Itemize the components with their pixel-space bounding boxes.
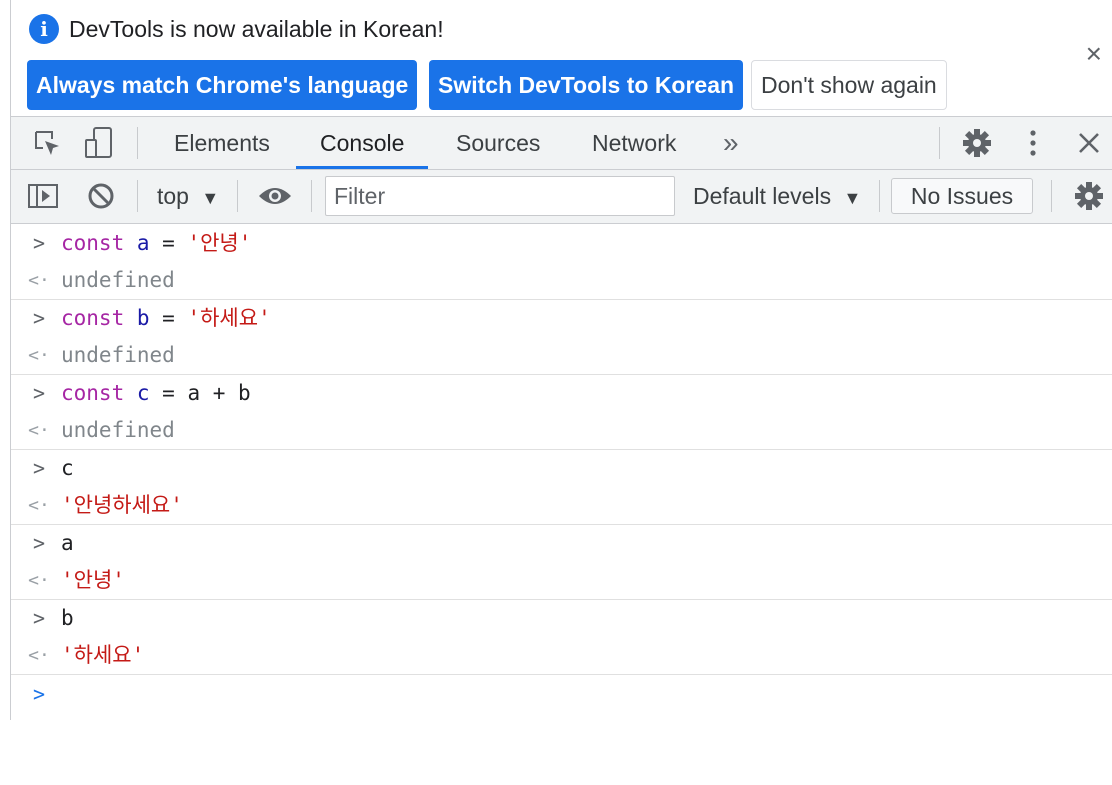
- tab-network[interactable]: Network: [568, 117, 700, 169]
- switch-to-korean-button[interactable]: Switch DevTools to Korean: [429, 60, 744, 110]
- context-label: top: [157, 183, 189, 209]
- toolbar-separator: [237, 180, 238, 212]
- input-prompt-icon: >: [32, 606, 46, 630]
- keyword: const: [61, 306, 125, 330]
- tab-separator: [939, 127, 940, 159]
- string-literal: '하세요': [187, 306, 271, 330]
- result-value: undefined: [61, 268, 175, 292]
- issues-button[interactable]: No Issues: [891, 178, 1033, 214]
- prompt-chevron-icon: >: [32, 682, 46, 706]
- console-entry: > const a = '안녕' <· undefined: [11, 225, 1112, 300]
- device-toolbar-icon[interactable]: [79, 117, 119, 169]
- log-levels-dropdown[interactable]: Default levels ▼: [693, 170, 861, 222]
- string-literal: '안녕': [187, 231, 252, 255]
- chevron-down-icon: ▼: [201, 188, 220, 208]
- result-arrow-icon: <·: [28, 495, 50, 516]
- result-arrow-icon: <·: [28, 570, 50, 591]
- console-log: > const a = '안녕' <· undefined > const b …: [11, 225, 1112, 713]
- tab-console[interactable]: Console: [296, 117, 429, 169]
- keyword: const: [61, 231, 125, 255]
- console-result-row: <· undefined: [11, 262, 1112, 299]
- expression: a + b: [187, 381, 251, 405]
- operator: =: [149, 306, 188, 330]
- result-value: undefined: [61, 343, 175, 367]
- toggle-sidebar-icon[interactable]: [25, 170, 61, 222]
- console-entry: > b <· '하세요': [11, 600, 1112, 675]
- console-result-row: <· '안녕': [11, 562, 1112, 599]
- settings-gear-icon[interactable]: [957, 117, 997, 169]
- tab-sources[interactable]: Sources: [432, 117, 564, 169]
- result-value: '하세요': [61, 643, 145, 667]
- dont-show-again-button[interactable]: Don't show again: [751, 60, 947, 110]
- console-settings-gear-icon[interactable]: [1069, 170, 1109, 222]
- console-entry: > const c = a + b <· undefined: [11, 375, 1112, 450]
- filter-input[interactable]: [325, 176, 675, 216]
- toolbar-separator: [137, 180, 138, 212]
- console-toolbar: top ▼ Default levels ▼ No Issues: [11, 170, 1112, 224]
- result-arrow-icon: <·: [28, 645, 50, 666]
- toolbar-separator: [879, 180, 880, 212]
- console-input-row: > const a = '안녕': [11, 225, 1112, 262]
- console-input-row: > const b = '하세요': [11, 300, 1112, 337]
- close-devtools-icon[interactable]: [1069, 117, 1109, 169]
- variable: c: [136, 381, 150, 405]
- console-entry: > c <· '안녕하세요': [11, 450, 1112, 525]
- result-arrow-icon: <·: [28, 345, 50, 366]
- variable: a: [136, 231, 150, 255]
- console-input-row: > const c = a + b: [11, 375, 1112, 412]
- result-arrow-icon: <·: [28, 420, 50, 441]
- input-prompt-icon: >: [32, 231, 46, 255]
- expression: a: [61, 531, 74, 555]
- more-tabs-icon[interactable]: »: [723, 117, 739, 169]
- always-match-language-button[interactable]: Always match Chrome's language: [27, 60, 418, 110]
- info-icon: i: [29, 14, 59, 44]
- main-tab-bar: Elements Console Sources Network »: [11, 116, 1112, 170]
- live-expression-eye-icon[interactable]: [255, 170, 295, 222]
- input-prompt-icon: >: [32, 531, 46, 555]
- input-prompt-icon: >: [32, 456, 46, 480]
- console-entry: > const b = '하세요' <· undefined: [11, 300, 1112, 375]
- toolbar-separator: [1051, 180, 1052, 212]
- devtools-frame: i DevTools is now available in Korean! ×…: [10, 0, 1112, 720]
- tab-separator: [137, 127, 138, 159]
- console-prompt[interactable]: >: [11, 675, 1112, 713]
- result-arrow-icon: <·: [28, 270, 50, 291]
- tab-elements[interactable]: Elements: [150, 117, 294, 169]
- result-value: undefined: [61, 418, 175, 442]
- console-input-row: > a: [11, 525, 1112, 562]
- input-prompt-icon: >: [32, 306, 46, 330]
- infobar-message: DevTools is now available in Korean!: [69, 16, 444, 42]
- result-value: '안녕': [61, 568, 125, 592]
- toolbar-separator: [311, 180, 312, 212]
- variable: b: [136, 306, 150, 330]
- operator: =: [149, 381, 188, 405]
- expression: b: [61, 606, 74, 630]
- console-result-row: <· '하세요': [11, 637, 1112, 674]
- clear-console-icon[interactable]: [83, 170, 119, 222]
- input-prompt-icon: >: [32, 381, 46, 405]
- console-result-row: <· '안녕하세요': [11, 487, 1112, 524]
- language-infobar: i DevTools is now available in Korean! ×…: [11, 0, 1112, 116]
- levels-label: Default levels: [693, 183, 832, 209]
- infobar-close-icon[interactable]: ×: [1086, 40, 1102, 68]
- result-value: '안녕하세요': [61, 493, 183, 517]
- console-input-row: > b: [11, 600, 1112, 637]
- console-result-row: <· undefined: [11, 337, 1112, 374]
- expression: c: [61, 456, 74, 480]
- context-selector[interactable]: top ▼: [157, 170, 219, 222]
- console-input-row: > c: [11, 450, 1112, 487]
- console-result-row: <· undefined: [11, 412, 1112, 449]
- inspect-element-icon[interactable]: [27, 117, 67, 169]
- keyword: const: [61, 381, 125, 405]
- operator: =: [149, 231, 188, 255]
- console-entry: > a <· '안녕': [11, 525, 1112, 600]
- more-options-icon[interactable]: [1015, 117, 1051, 169]
- chevron-down-icon: ▼: [843, 188, 862, 208]
